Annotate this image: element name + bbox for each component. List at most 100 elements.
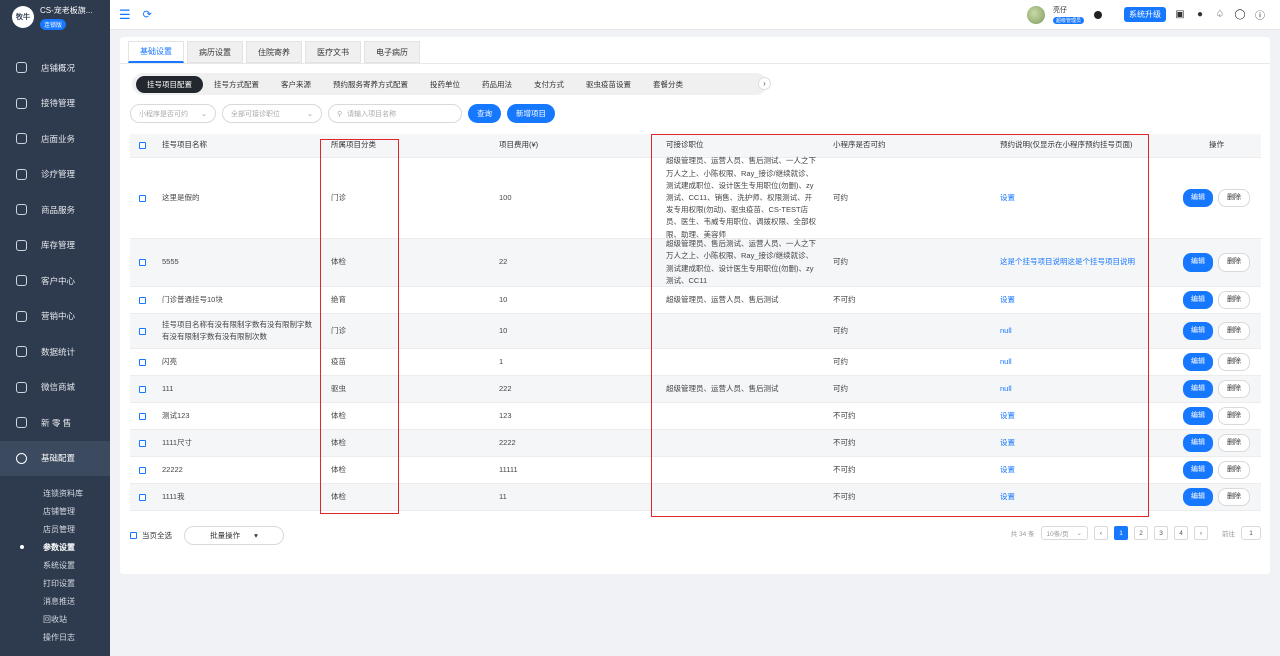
submenu-item[interactable]: 参数设置	[0, 538, 110, 556]
sub-tab[interactable]: 挂号方式配置	[203, 76, 270, 93]
goto-page-input[interactable]: 1	[1241, 526, 1261, 540]
booking-note-link[interactable]: 设置	[1000, 492, 1015, 501]
booking-note-link[interactable]: null	[1000, 384, 1012, 393]
mini-bookable-select[interactable]: 小程序是否可约 ⌄	[130, 104, 216, 123]
tab[interactable]: 电子病历	[364, 41, 420, 63]
submenu-item[interactable]: 消息推送	[0, 592, 110, 610]
submenu-item[interactable]: 系统设置	[0, 556, 110, 574]
sidebar-item[interactable]: 客户中心	[0, 263, 110, 299]
booking-note-link[interactable]: 设置	[1000, 465, 1015, 474]
delete-button[interactable]: 删除	[1218, 188, 1250, 208]
sub-tab[interactable]: 套餐分类	[642, 76, 694, 93]
sub-tab[interactable]: 支付方式	[523, 76, 575, 93]
row-checkbox[interactable]	[138, 259, 146, 266]
bell-icon[interactable]: ♤	[1214, 9, 1226, 20]
sidebar-item[interactable]: 营销中心	[0, 299, 110, 335]
submenu-item[interactable]: 店员管理	[0, 520, 110, 538]
refresh-icon[interactable]: ⟳	[143, 8, 152, 21]
batch-action-select[interactable]: 批量操作 ▾	[184, 525, 284, 545]
submenu-item[interactable]: 打印设置	[0, 574, 110, 592]
calendar-icon[interactable]: ▣	[1174, 9, 1186, 20]
row-checkbox[interactable]	[138, 439, 146, 447]
prev-page-button[interactable]: ‹	[1094, 526, 1108, 540]
edit-button[interactable]: 编辑	[1183, 253, 1213, 272]
row-checkbox[interactable]	[138, 358, 146, 366]
user-dropdown-icon[interactable]	[1094, 10, 1102, 19]
chevron-right-icon[interactable]: ›	[758, 77, 771, 90]
booking-note-link[interactable]: null	[1000, 326, 1012, 335]
row-checkbox[interactable]	[138, 493, 146, 501]
page-button[interactable]: 1	[1114, 526, 1128, 540]
avatar[interactable]	[1026, 5, 1045, 24]
row-checkbox[interactable]	[138, 327, 146, 335]
booking-note-link[interactable]: 设置	[1000, 411, 1015, 420]
sidebar-item[interactable]: 店面业务	[0, 121, 110, 157]
delete-button[interactable]: 删除	[1218, 253, 1250, 272]
tab[interactable]: 基础设置	[128, 41, 184, 63]
delete-button[interactable]: 删除	[1218, 290, 1250, 310]
sub-tab[interactable]: 挂号项目配置	[136, 75, 203, 93]
edit-button[interactable]: 编辑	[1183, 406, 1213, 426]
page-button[interactable]: 4	[1174, 526, 1188, 540]
sidebar-item[interactable]: 基础配置	[0, 440, 110, 476]
edit-button[interactable]: 编辑	[1183, 290, 1213, 310]
delete-button[interactable]: 删除	[1218, 433, 1250, 453]
sidebar-item[interactable]: 接待管理	[0, 86, 110, 122]
help-icon[interactable]: ⓘ	[1254, 7, 1266, 22]
row-checkbox[interactable]	[138, 194, 146, 202]
booking-note-link[interactable]: null	[1000, 357, 1012, 366]
delete-button[interactable]: 删除	[1218, 460, 1250, 480]
tab[interactable]: 住院寄养	[246, 41, 302, 63]
booking-note-link[interactable]: 这是个挂号项目说明这是个挂号项目说明	[1000, 257, 1135, 266]
menu-toggle-icon[interactable]: ☰	[119, 7, 131, 23]
edit-button[interactable]: 编辑	[1183, 460, 1213, 480]
select-page-checkbox[interactable]	[130, 531, 137, 539]
select-all-page[interactable]: 当页全选	[130, 530, 172, 541]
page-button[interactable]: 2	[1134, 526, 1148, 540]
row-checkbox[interactable]	[138, 466, 146, 474]
submenu-item[interactable]: 连锁资料库	[0, 484, 110, 502]
upgrade-button[interactable]: 系统升级	[1124, 7, 1166, 22]
brand-name[interactable]: CS-宠老板旗...	[40, 5, 92, 16]
headset-icon[interactable]: ◯	[1234, 9, 1246, 20]
delete-button[interactable]: 删除	[1218, 321, 1250, 341]
tab[interactable]: 病历设置	[187, 41, 243, 63]
next-page-button[interactable]: ›	[1194, 526, 1208, 540]
sidebar-item[interactable]: 库存管理	[0, 228, 110, 264]
sub-tab[interactable]: 投药单位	[419, 76, 471, 93]
edit-button[interactable]: 编辑	[1183, 433, 1213, 453]
edit-button[interactable]: 编辑	[1183, 487, 1213, 507]
sub-tab[interactable]: 预约服务寄养方式配置	[322, 76, 419, 93]
delete-button[interactable]: 删除	[1218, 379, 1250, 399]
tab[interactable]: 医疗文书	[305, 41, 361, 63]
lock-icon[interactable]: ●	[1194, 9, 1206, 20]
submenu-item[interactable]: 操作日志	[0, 628, 110, 646]
position-select[interactable]: 全部可接诊职位 ⌄	[222, 104, 322, 123]
row-checkbox[interactable]	[138, 412, 146, 420]
sub-tab[interactable]: 药品用法	[471, 76, 523, 93]
delete-button[interactable]: 删除	[1218, 487, 1250, 507]
page-size-select[interactable]: 10条/页 ⌄	[1040, 526, 1088, 540]
delete-button[interactable]: 删除	[1218, 352, 1250, 372]
page-button[interactable]: 3	[1154, 526, 1168, 540]
booking-note-link[interactable]: 设置	[1000, 193, 1015, 202]
sidebar-item[interactable]: 微信商城	[0, 370, 110, 406]
row-checkbox[interactable]	[138, 385, 146, 393]
sub-tab[interactable]: 客户来源	[270, 76, 322, 93]
edit-button[interactable]: 编辑	[1183, 352, 1213, 372]
sidebar-item[interactable]: 数据统计	[0, 334, 110, 370]
sub-tab[interactable]: 驱虫疫苗设置	[575, 76, 642, 93]
query-button[interactable]: 查询	[468, 104, 501, 123]
sidebar-item[interactable]: 商品服务	[0, 192, 110, 228]
edit-button[interactable]: 编辑	[1183, 188, 1213, 208]
sidebar-item[interactable]: 诊疗管理	[0, 157, 110, 193]
delete-button[interactable]: 删除	[1218, 406, 1250, 426]
add-item-button[interactable]: 新增项目	[507, 104, 555, 123]
submenu-item[interactable]: 回收站	[0, 610, 110, 628]
row-checkbox[interactable]	[138, 296, 146, 304]
search-input[interactable]: ⚲ 请输入项目名称	[328, 104, 462, 123]
edit-button[interactable]: 编辑	[1183, 379, 1213, 399]
booking-note-link[interactable]: 设置	[1000, 295, 1015, 304]
booking-note-link[interactable]: 设置	[1000, 438, 1015, 447]
edit-button[interactable]: 编辑	[1183, 321, 1213, 341]
